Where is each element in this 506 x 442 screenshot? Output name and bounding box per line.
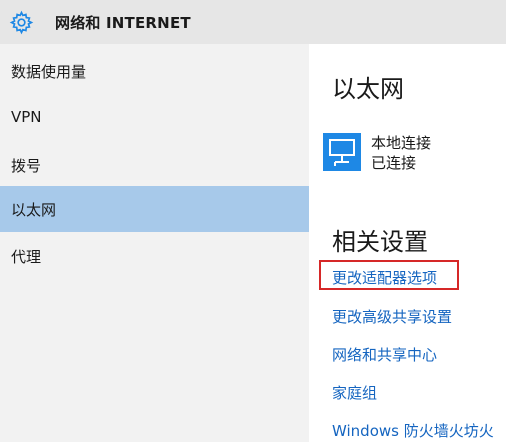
sidebar-item-label: 以太网 <box>11 201 57 219</box>
gear-icon[interactable] <box>9 10 34 35</box>
header-bar: 网络和 INTERNET <box>0 0 506 44</box>
sidebar-item-ethernet[interactable]: 以太网 <box>0 186 309 232</box>
link-change-adapter-options[interactable]: 更改适配器选项 <box>332 267 437 288</box>
sidebar-item-dialup[interactable]: 拨号 <box>0 142 309 188</box>
sidebar-item-vpn[interactable]: VPN <box>0 95 309 141</box>
main-panel: 以太网 本地连接 已连接 相关设置 更改适配器选项 更改高级共享设置 网络和共享… <box>309 44 506 442</box>
connection-status: 已连接 <box>371 154 417 172</box>
sidebar-item-proxy[interactable]: 代理 <box>0 233 309 279</box>
link-homegroup[interactable]: 家庭组 <box>332 382 377 403</box>
section-heading-related-settings: 相关设置 <box>332 228 428 256</box>
sidebar-item-label: 拨号 <box>11 157 42 175</box>
link-advanced-sharing-settings[interactable]: 更改高级共享设置 <box>332 306 452 327</box>
sidebar-item-label: 代理 <box>11 248 42 266</box>
section-heading-ethernet: 以太网 <box>332 75 404 103</box>
sidebar-item-label: 数据使用量 <box>11 63 87 81</box>
page-title: 网络和 INTERNET <box>55 14 191 32</box>
link-windows-firewall[interactable]: Windows 防火墙火坊火 <box>332 420 494 441</box>
sidebar: 数据使用量 VPN 拨号 以太网 代理 <box>0 44 309 442</box>
connection-name: 本地连接 <box>371 134 432 152</box>
network-monitor-icon <box>323 133 361 171</box>
link-network-sharing-center[interactable]: 网络和共享中心 <box>332 344 437 365</box>
sidebar-item-label: VPN <box>11 108 42 126</box>
sidebar-item-data-usage[interactable]: 数据使用量 <box>0 48 309 94</box>
